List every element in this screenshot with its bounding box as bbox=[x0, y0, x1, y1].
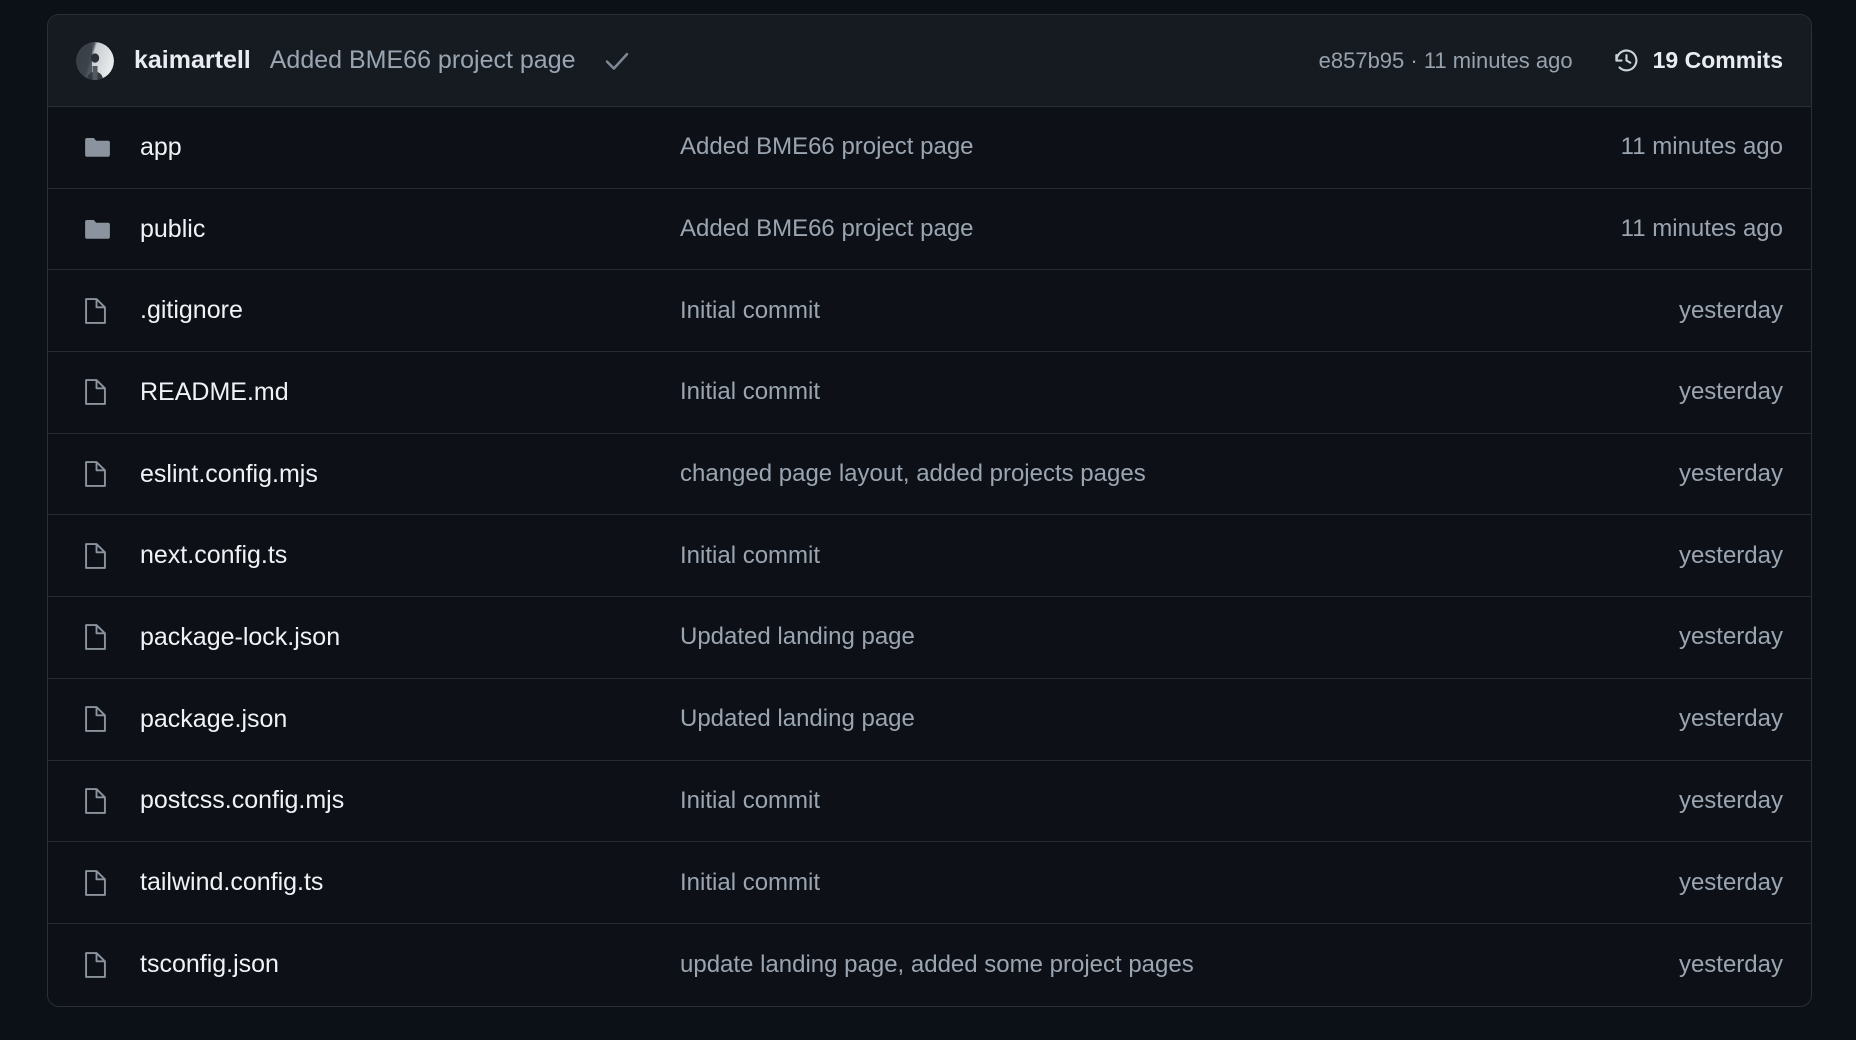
file-commit-time: yesterday bbox=[1678, 950, 1783, 978]
file-icon bbox=[84, 869, 114, 897]
file-commit-message[interactable]: Added BME66 project page bbox=[680, 215, 1597, 243]
file-icon bbox=[84, 623, 114, 651]
table-row[interactable]: eslint.config.mjs changed page layout, a… bbox=[48, 433, 1811, 516]
history-icon bbox=[1613, 47, 1641, 75]
file-name[interactable]: postcss.config.mjs bbox=[140, 786, 680, 815]
file-icon bbox=[84, 460, 114, 488]
file-icon bbox=[84, 951, 114, 979]
table-row[interactable]: app Added BME66 project page 11 minutes … bbox=[48, 107, 1811, 189]
table-row[interactable]: next.config.ts Initial commit yesterday bbox=[48, 515, 1811, 598]
latest-commit-message[interactable]: Added BME66 project page bbox=[270, 46, 576, 75]
file-commit-message[interactable]: changed page layout, added projects page… bbox=[680, 460, 1655, 488]
file-commit-message[interactable]: Initial commit bbox=[680, 378, 1655, 406]
table-row[interactable]: package.json Updated landing page yester… bbox=[48, 678, 1811, 761]
file-commit-time: yesterday bbox=[1678, 378, 1783, 406]
file-name[interactable]: tailwind.config.ts bbox=[140, 868, 680, 897]
table-row[interactable]: tailwind.config.ts Initial commit yester… bbox=[48, 842, 1811, 924]
file-icon bbox=[84, 542, 114, 570]
file-name[interactable]: package-lock.json bbox=[140, 623, 680, 652]
avatar[interactable] bbox=[76, 41, 114, 80]
file-name[interactable]: app bbox=[140, 133, 680, 162]
file-icon bbox=[84, 378, 114, 406]
file-commit-message[interactable]: update landing page, added some project … bbox=[680, 951, 1655, 979]
commits-count-button[interactable]: 19 Commits bbox=[1613, 47, 1783, 75]
file-commit-time: yesterday bbox=[1678, 623, 1783, 651]
file-commit-time: yesterday bbox=[1678, 541, 1783, 569]
file-name[interactable]: .gitignore bbox=[140, 296, 680, 325]
file-commit-message[interactable]: Initial commit bbox=[680, 297, 1655, 325]
folder-icon bbox=[84, 218, 114, 241]
file-commit-time: 11 minutes ago bbox=[1620, 133, 1783, 161]
file-commit-time: yesterday bbox=[1678, 786, 1783, 814]
file-commit-message[interactable]: Initial commit bbox=[680, 787, 1655, 815]
file-commit-time: yesterday bbox=[1678, 868, 1783, 896]
check-icon[interactable] bbox=[602, 46, 632, 76]
folder-icon bbox=[84, 136, 114, 159]
commit-hash-and-date[interactable]: e857b95 · 11 minutes ago bbox=[1319, 48, 1573, 74]
commit-author[interactable]: kaimartell bbox=[134, 46, 251, 75]
file-name[interactable]: README.md bbox=[140, 378, 680, 407]
file-commit-time: yesterday bbox=[1678, 460, 1783, 488]
file-name[interactable]: package.json bbox=[140, 705, 680, 734]
repository-file-browser: kaimartell Added BME66 project page e857… bbox=[47, 14, 1812, 1007]
commits-count-label: 19 Commits bbox=[1652, 47, 1783, 73]
file-commit-message[interactable]: Initial commit bbox=[680, 869, 1655, 897]
file-icon bbox=[84, 787, 114, 815]
table-row[interactable]: postcss.config.mjs Initial commit yester… bbox=[48, 760, 1811, 843]
table-row[interactable]: .gitignore Initial commit yesterday bbox=[48, 270, 1811, 353]
table-row[interactable]: tsconfig.json update landing page, added… bbox=[48, 923, 1811, 1006]
file-icon bbox=[84, 705, 114, 733]
table-row[interactable]: package-lock.json Updated landing page y… bbox=[48, 597, 1811, 679]
file-name[interactable]: public bbox=[140, 215, 680, 244]
table-row[interactable]: README.md Initial commit yesterday bbox=[48, 352, 1811, 434]
file-icon bbox=[84, 297, 114, 325]
file-commit-time: 11 minutes ago bbox=[1620, 215, 1783, 243]
file-commit-message[interactable]: Updated landing page bbox=[680, 705, 1655, 733]
file-name[interactable]: next.config.ts bbox=[140, 541, 680, 570]
file-name[interactable]: eslint.config.mjs bbox=[140, 460, 680, 489]
screen: kaimartell Added BME66 project page e857… bbox=[0, 0, 1856, 1040]
file-commit-time: yesterday bbox=[1678, 705, 1783, 733]
file-commit-message[interactable]: Added BME66 project page bbox=[680, 133, 1597, 161]
file-commit-time: yesterday bbox=[1678, 296, 1783, 324]
file-name[interactable]: tsconfig.json bbox=[140, 950, 680, 979]
file-list: app Added BME66 project page 11 minutes … bbox=[48, 107, 1811, 1006]
table-row[interactable]: public Added BME66 project page 11 minut… bbox=[48, 188, 1811, 271]
latest-commit-header: kaimartell Added BME66 project page e857… bbox=[48, 15, 1811, 107]
file-commit-message[interactable]: Updated landing page bbox=[680, 623, 1655, 651]
file-commit-message[interactable]: Initial commit bbox=[680, 542, 1655, 570]
